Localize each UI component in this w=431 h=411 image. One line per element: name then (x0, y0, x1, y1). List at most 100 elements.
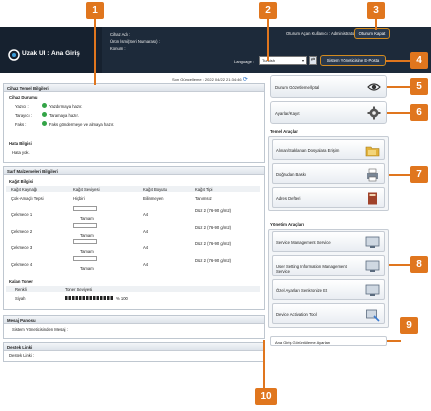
paper-source-1: Çekmece 1 (11, 212, 33, 217)
paper-type-4: Düz 2 (76-90 g/m2) (195, 258, 232, 263)
basic-tools-title: Temel Araçlar (270, 129, 298, 134)
user-setting-service-label: User Setting Information Management Serv… (276, 264, 347, 274)
paper-source-2: Çekmece 2 (11, 229, 33, 234)
device-status-title: Cihaz Durumu (9, 95, 38, 100)
paper-level-2: Tamam (80, 233, 94, 238)
callout-line-4 (386, 60, 411, 62)
toner-level: % 100 (116, 296, 128, 301)
status-monitor-button[interactable]: Durum Gözetleme/İptal (270, 75, 387, 98)
callout-8: 8 (410, 256, 428, 273)
toner-table-header (6, 286, 260, 292)
callout-6: 6 (410, 104, 428, 121)
paper-size-0: Bilinmeyen (143, 196, 164, 201)
chevron-down-icon: ▾ (301, 58, 304, 63)
language-apply-button[interactable]: ⇄ (309, 56, 317, 65)
activation-tool-icon (366, 309, 380, 322)
paper-source-0: Çok-Amaçlı Tepsi (11, 196, 44, 201)
callout-line-1 (94, 15, 96, 85)
login-user-label: Oturum Açan Kullanıcı : (286, 31, 330, 36)
callout-5: 5 (410, 78, 428, 95)
logout-button[interactable]: Oturum Kapat (354, 28, 390, 39)
message-board-title: Mesaj Panosu (4, 316, 264, 324)
direct-print-label: Doğrudan Baskı (276, 172, 307, 177)
status-fax-value: Faks göndermeye ve almaya hazır. (49, 122, 115, 127)
paper-level-gauge-1 (73, 206, 97, 211)
monitor-icon (365, 236, 380, 248)
login-user: Oturum Açan Kullanıcı : Administrator (286, 31, 356, 36)
eye-icon (367, 83, 381, 91)
error-info-title: Hata Bilgisi (9, 141, 32, 146)
paper-level-4: Tamam (80, 266, 94, 271)
remote-ui-logo-icon (8, 49, 20, 61)
app-title: Uzak UI : Ana Giriş (22, 50, 80, 57)
portal-display-settings-link[interactable]: Ana Giriş Görüntüleme Ayarları (270, 336, 387, 346)
fax-status-icon (42, 121, 47, 126)
paper-size-4: A4 (143, 262, 149, 267)
paper-level-1: Tamam (80, 216, 94, 221)
paper-level-0: Hiçbiri (73, 196, 85, 201)
callout-4: 4 (410, 52, 428, 69)
paper-type-2: Düz 2 (76-90 g/m2) (195, 225, 232, 230)
settings-button[interactable]: Ayarlar/Kayıt (270, 101, 387, 124)
service-management-label: Service Management Service (276, 240, 331, 245)
status-printer-name: Yazıcı : (15, 104, 29, 109)
admin-mail-button[interactable]: Sistem Yöneticisine E-Posta (320, 55, 386, 66)
col-paper-level: Kağıt Seviyesi (73, 187, 100, 192)
callout-line-5 (387, 86, 411, 88)
status-fax-name: Faks : (15, 122, 27, 127)
stored-files-button[interactable]: Alınan/Saklanan Dosyalara Erişim (272, 139, 385, 160)
status-scanner-value: Taramaya hazır. (49, 113, 79, 118)
toner-level-bar (65, 296, 113, 300)
service-management-button[interactable]: Service Management Service (272, 231, 385, 252)
settings-label: Ayarlar/Kayıt (275, 111, 300, 116)
callout-line-9 (387, 340, 401, 342)
direct-print-button[interactable]: Doğrudan Baskı (272, 163, 385, 184)
col-paper-size: Kağıt Boyutu (143, 187, 167, 192)
gear-icon (367, 106, 381, 120)
device-activation-label: Device Activation Tool (276, 312, 317, 317)
callout-2: 2 (259, 2, 277, 19)
printer-icon (367, 168, 378, 182)
consumables-title: Sarf Malzemeleri Bilgileri (4, 167, 264, 175)
paper-level-gauge-4 (73, 256, 97, 261)
stored-files-label: Alınan/Saklanan Dosyalara Erişim (276, 148, 340, 153)
status-scanner-name: Tarayıcı : (15, 113, 32, 118)
callout-line-7 (389, 174, 411, 176)
paper-type-3: Düz 2 (76-90 g/m2) (195, 241, 232, 246)
address-book-button[interactable]: Adres Defteri (272, 187, 385, 208)
paper-info-title: Kağıt Bilgisi (9, 179, 34, 184)
callout-3: 3 (367, 2, 385, 19)
device-name-label: Cihaz Adı : (110, 32, 131, 37)
user-setting-service-button[interactable]: User Setting Information Management Serv… (272, 255, 385, 276)
scanner-status-icon (42, 112, 47, 117)
support-panel: Destek Linki (3, 342, 265, 362)
col-paper-type: Kağıt Tipi (195, 187, 213, 192)
support-link[interactable]: Destek Linki : (9, 353, 34, 358)
paper-size-1: A4 (143, 212, 149, 217)
paper-size-2: A4 (143, 229, 149, 234)
address-book-icon (368, 192, 377, 205)
device-info-title: Cihaz Temel Bilgileri (4, 84, 264, 92)
monitor-icon (365, 284, 380, 296)
toner-name: Siyah (15, 296, 26, 301)
paper-level-gauge-3 (73, 239, 97, 244)
location-label: Konum : (110, 46, 126, 51)
callout-line-8 (389, 264, 411, 266)
device-info-lines: Cihaz Adı : Ürün İsmi(Seri Numarası) : K… (110, 31, 160, 52)
paper-level-gauge-2 (73, 223, 97, 228)
paper-level-3: Tamam (80, 249, 94, 254)
last-updated: Son Güncelleme : 2022 04/22 21:34:46 ⟳ (172, 76, 248, 83)
paper-source-4: Çekmece 4 (11, 262, 33, 267)
error-info-value: Hata yok. (12, 150, 30, 155)
callout-line-2 (267, 15, 269, 61)
paper-size-3: A4 (143, 245, 149, 250)
printer-status-icon (42, 103, 47, 108)
device-activation-button[interactable]: Device Activation Tool (272, 303, 385, 324)
language-label: Language : (234, 59, 255, 64)
col-toner-level: Toner Seviyesi (65, 287, 93, 292)
paper-table-header (6, 186, 260, 192)
paper-type-0: Tanımsız (195, 196, 212, 201)
sync-custom-settings-button[interactable]: Özel Ayarları Senkronize Et (272, 279, 385, 300)
sync-custom-settings-label: Özel Ayarları Senkronize Et (276, 288, 328, 293)
col-paper-source: Kağıt Kaynağı (11, 187, 38, 192)
